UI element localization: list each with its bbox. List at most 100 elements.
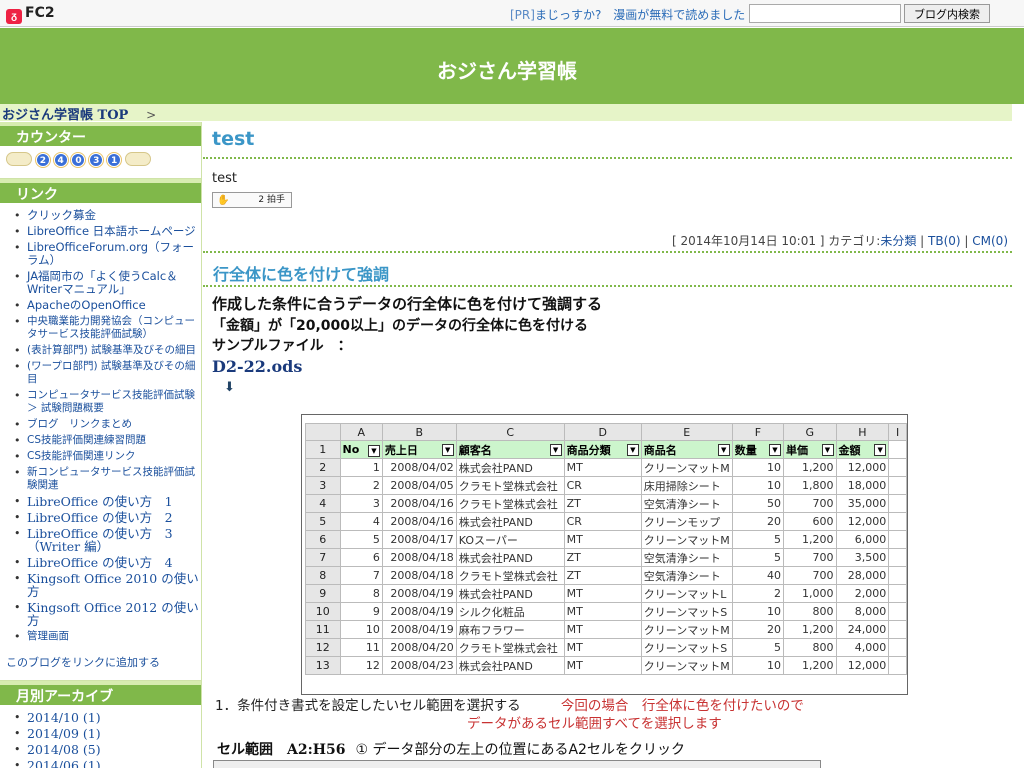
table-cell[interactable]: 株式会社PAND [455,458,565,477]
table-cell[interactable]: 6,000 [835,530,890,549]
table-cell[interactable]: 3,500 [835,548,890,567]
table-cell[interactable]: 600 [782,512,837,531]
filter-arrow-icon[interactable]: ▼ [821,443,834,456]
table-cell[interactable]: クリーンマットL [640,584,733,603]
table-cell[interactable]: 10 [339,620,383,639]
table-cell[interactable]: 3 [339,494,383,513]
table-cell[interactable]: CR [563,512,642,531]
table-cell[interactable]: 空気清浄シート [640,548,733,567]
table-cell[interactable]: 2008/04/23 [381,656,457,675]
table-cell[interactable]: 2008/04/19 [381,584,457,603]
table-cell[interactable]: 2008/04/05 [381,476,457,495]
table-cell[interactable]: 4 [339,512,383,531]
filter-arrow-icon[interactable]: ▼ [874,443,887,456]
filter-arrow-icon[interactable]: ▼ [768,443,781,456]
add-link-link[interactable]: このブログをリンクに追加する [0,650,201,680]
archive-item[interactable]: 2014/09 (1) [14,727,201,740]
table-cell[interactable]: 700 [782,494,837,513]
table-cell[interactable]: 24,000 [835,620,890,639]
table-cell[interactable]: クリーンマットM [640,458,733,477]
link-item[interactable]: LibreOffice 日本語ホームページ [14,225,201,239]
table-cell[interactable]: CR [563,476,642,495]
table-cell[interactable]: MT [563,458,642,477]
link-item[interactable]: (表計算部門) 試験基準及びその細目 [14,344,201,357]
table-cell[interactable]: クリーンマットM [640,530,733,549]
table-cell[interactable]: 麻布フラワー [455,620,565,639]
table-cell[interactable]: 5 [731,548,784,567]
blog-search-input[interactable] [749,4,901,23]
table-cell[interactable]: 株式会社PAND [455,656,565,675]
table-cell[interactable]: 12,000 [835,656,890,675]
table-cell[interactable]: ZT [563,566,642,585]
table-cell[interactable]: クリーンマットM [640,656,733,675]
table-cell[interactable]: 5 [731,530,784,549]
table-cell[interactable]: 1 [339,458,383,477]
table-cell[interactable]: 12,000 [835,512,890,531]
table-cell[interactable]: クリーンマットS [640,602,733,621]
table-cell[interactable]: 1,200 [782,530,837,549]
blog-title[interactable]: おジさん学習帳 [0,55,1014,84]
table-cell[interactable]: 2008/04/19 [381,620,457,639]
table-cell[interactable]: 1,200 [782,656,837,675]
filter-arrow-icon[interactable]: ▼ [549,443,562,456]
table-cell[interactable]: 2008/04/20 [381,638,457,657]
table-cell[interactable]: 床用掃除シート [640,476,733,495]
table-cell[interactable]: 20 [731,620,784,639]
table-cell[interactable]: 7 [339,566,383,585]
table-cell[interactable]: KOスーパー [455,530,565,549]
link-item[interactable]: クリック募金 [14,209,201,223]
download-icon[interactable]: ⬇ [224,380,240,396]
pr-link[interactable]: [PR]まじっすか? 漫画が無料で読めました [510,6,745,23]
table-cell[interactable]: MT [563,602,642,621]
link-item[interactable]: コンピュータサービス技能評価試験 ＞ 試験問題概要 [14,389,201,415]
table-cell[interactable]: 2008/04/02 [381,458,457,477]
table-cell[interactable]: 35,000 [835,494,890,513]
link-item[interactable]: LibreOfficeForum.org（フォーラム） [14,241,201,267]
table-cell[interactable]: 株式会社PAND [455,512,565,531]
filter-arrow-icon[interactable]: ▼ [441,443,454,456]
table-cell[interactable]: 2008/04/16 [381,494,457,513]
table-cell[interactable]: 株式会社PAND [455,548,565,567]
table-cell[interactable]: 2,000 [835,584,890,603]
link-item[interactable]: LibreOffice の使い方 1 [14,495,201,508]
link-item[interactable]: ApacheのOpenOffice [14,299,201,313]
table-cell[interactable]: 8,000 [835,602,890,621]
table-cell[interactable]: 2008/04/18 [381,548,457,567]
link-item[interactable]: (ワープロ部門) 試験基準及びその細目 [14,360,201,386]
breadcrumb-top-link[interactable]: おジさん学習帳 TOP [2,108,128,123]
table-cell[interactable]: 4,000 [835,638,890,657]
table-cell[interactable]: ZT [563,494,642,513]
table-cell[interactable]: 空気清浄シート [640,566,733,585]
table-cell[interactable]: 2 [731,584,784,603]
table-cell[interactable]: MT [563,620,642,639]
comment-link[interactable]: CM(0) [972,234,1008,248]
table-cell[interactable]: MT [563,638,642,657]
link-item[interactable]: JA福岡市の「よく使うCalc＆Writerマニュアル」 [14,270,201,296]
link-item[interactable]: 中央職業能力開発協会（コンピュータサービス技能評価試験） [14,315,201,341]
clap-button[interactable]: ✋ 2 拍手 [212,192,292,208]
link-item[interactable]: CS技能評価関連練習問題 [14,434,201,447]
link-item[interactable]: 新コンピュータサービス技能評価試験関連 [14,466,201,492]
table-cell[interactable]: 5 [339,530,383,549]
table-cell[interactable]: 800 [782,602,837,621]
table-cell[interactable]: 12 [339,656,383,675]
table-cell[interactable]: 1,800 [782,476,837,495]
filter-arrow-icon[interactable]: ▼ [626,443,639,456]
table-cell[interactable]: 株式会社PAND [455,584,565,603]
archive-item[interactable]: 2014/10 (1) [14,711,201,724]
filter-arrow-icon[interactable]: ▼ [717,443,730,456]
table-cell[interactable]: 2008/04/19 [381,602,457,621]
table-cell[interactable]: クラモト堂株式会社 [455,566,565,585]
category-link[interactable]: 未分類 [880,234,916,248]
table-cell[interactable]: 10 [731,656,784,675]
table-cell[interactable]: 18,000 [835,476,890,495]
entry2-title[interactable]: 行全体に色を付けて強調 [203,251,1012,287]
link-item[interactable]: Kingsoft Office 2010 の使い方 [14,572,201,598]
archive-item[interactable]: 2014/08 (5) [14,743,201,756]
table-cell[interactable]: 700 [782,566,837,585]
archive-item[interactable]: 2014/06 (1) [14,759,201,768]
table-cell[interactable]: MT [563,584,642,603]
trackback-link[interactable]: TB(0) [928,234,961,248]
table-cell[interactable]: 12,000 [835,458,890,477]
table-cell[interactable]: 20 [731,512,784,531]
